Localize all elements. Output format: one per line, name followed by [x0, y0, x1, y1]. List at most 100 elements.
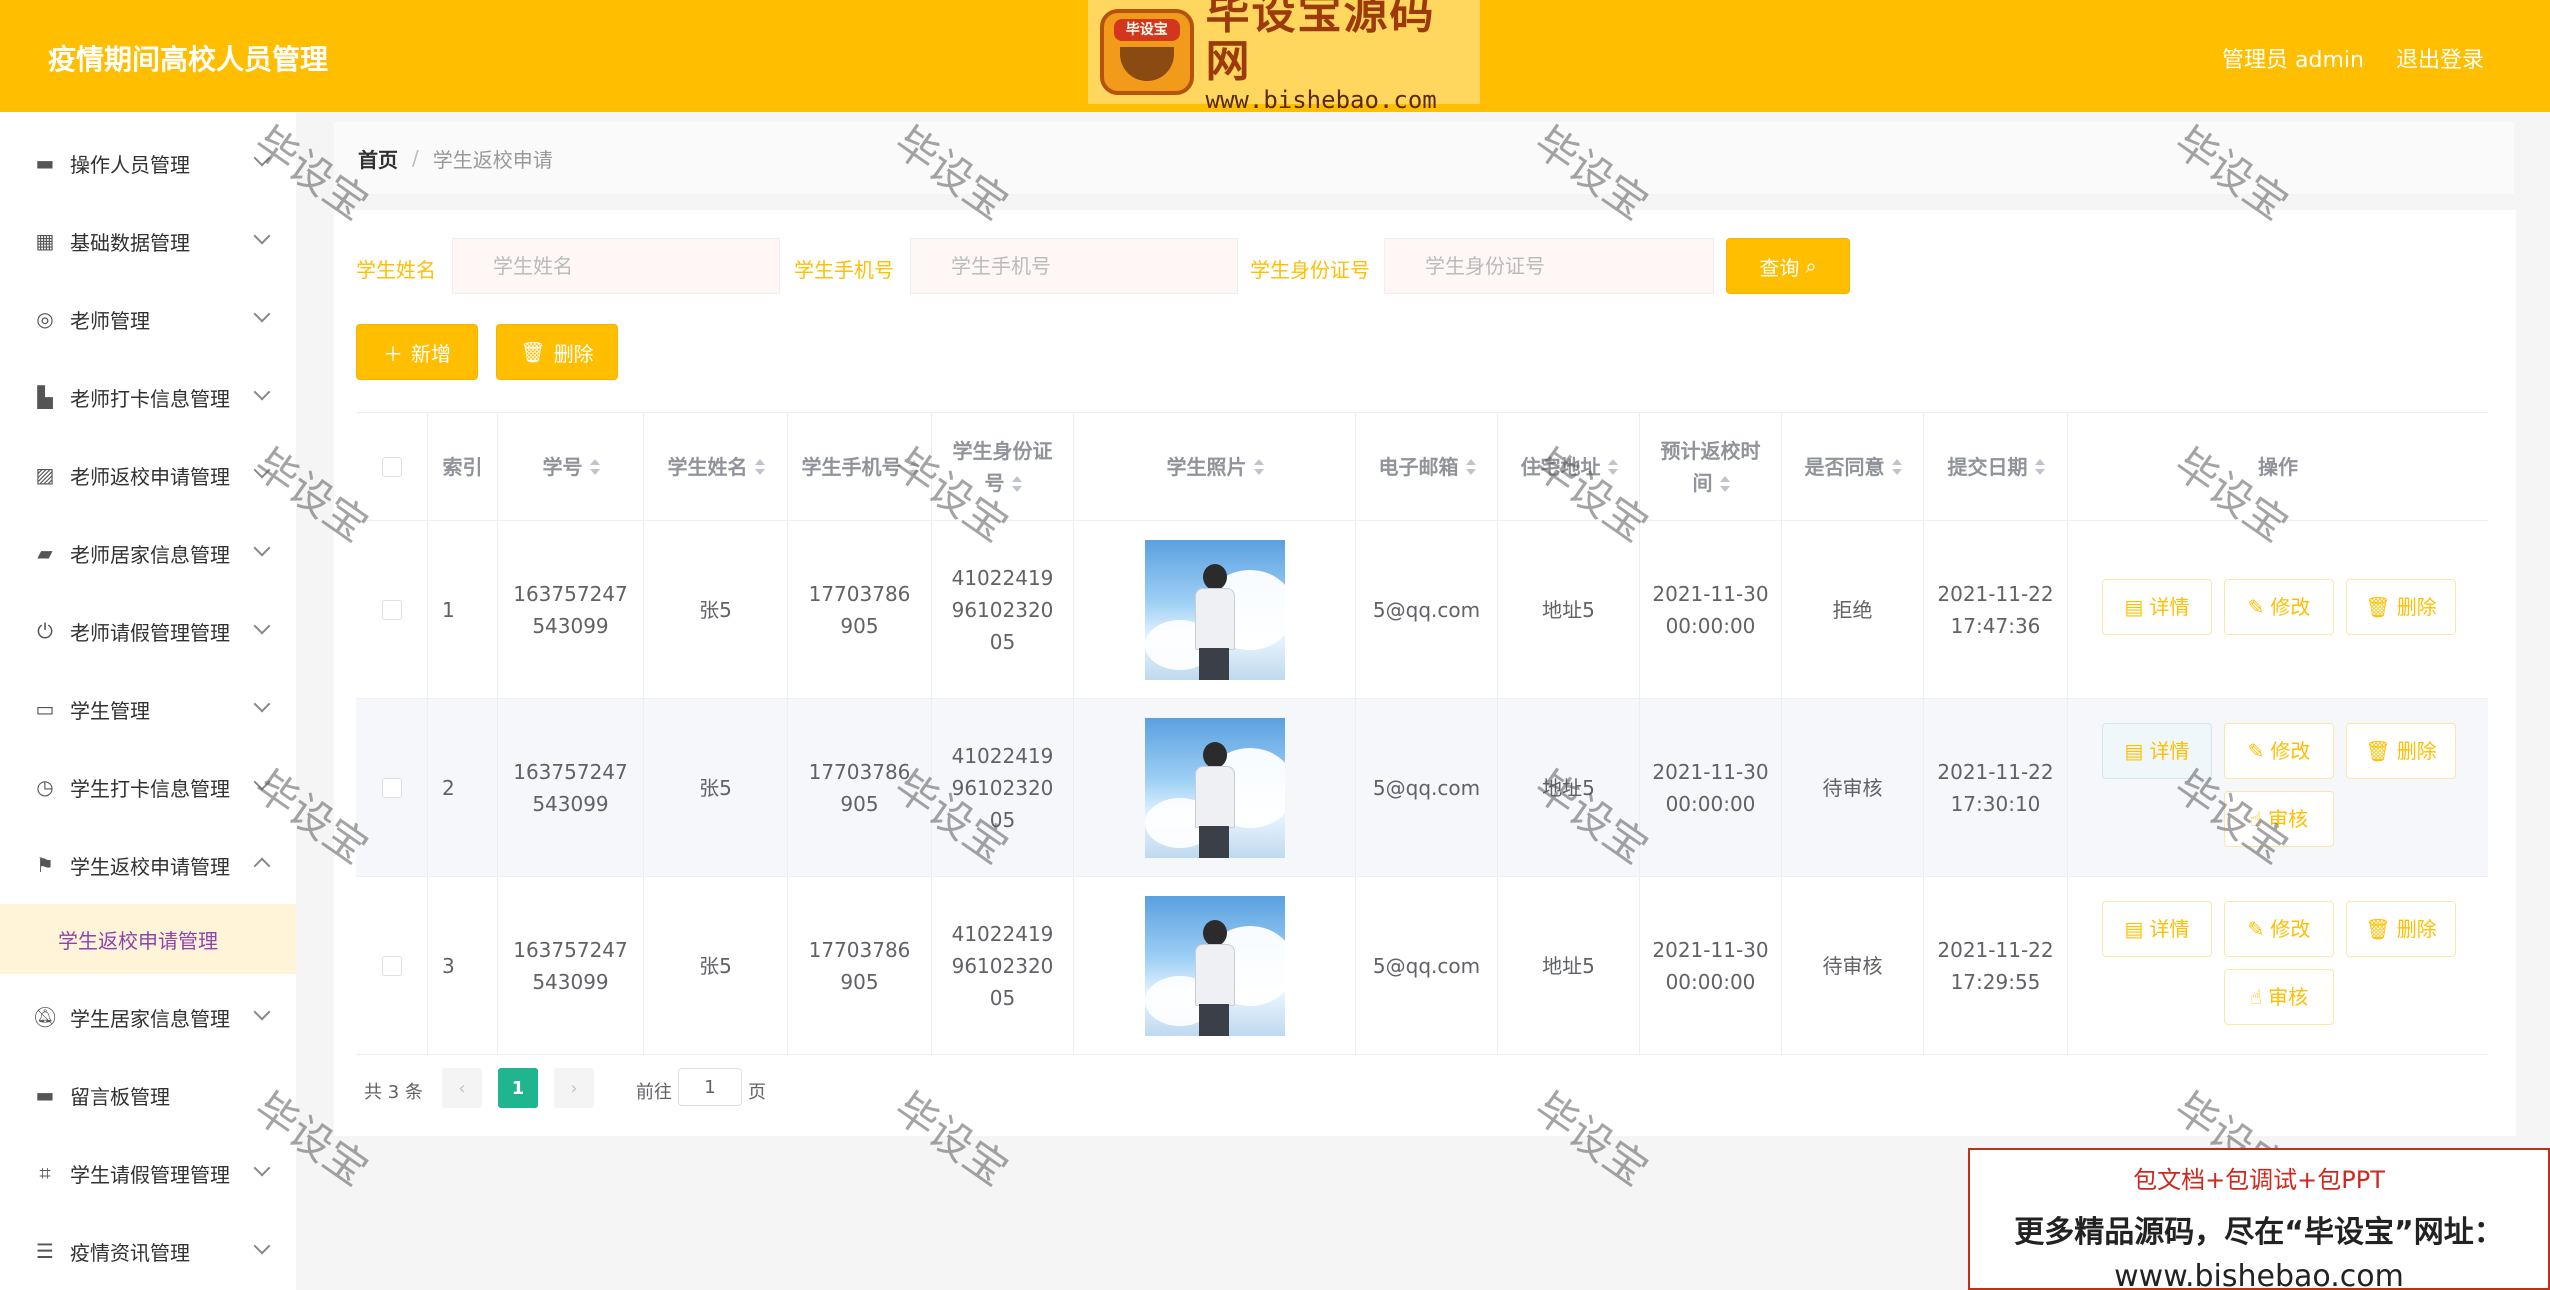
header-submit-date-label: 提交日期 [1947, 454, 2028, 479]
student-photo[interactable] [1144, 717, 1285, 858]
sidebar-item-student-leave[interactable]: ⌗ 学生请假管理管理 [0, 1134, 296, 1212]
sidebar-item-students[interactable]: ▭ 学生管理 [0, 670, 296, 748]
edit-button[interactable]: ✎ 修改 [2224, 901, 2334, 957]
delete-button[interactable]: 🗑︎ 删除 [2346, 723, 2456, 779]
chart-icon: ▨ [35, 463, 55, 487]
sort-icon[interactable] [1891, 458, 1902, 475]
next-page-button[interactable]: › [554, 1068, 594, 1108]
audit-button[interactable]: ☝ 审核 [2224, 969, 2334, 1025]
header-idcard[interactable]: 学生身份证号 [932, 413, 1074, 520]
phone-search-input[interactable] [910, 238, 1238, 294]
delete-button[interactable]: 🗑︎ 删除 [2346, 579, 2456, 635]
header-agree[interactable]: 是否同意 [1782, 413, 1924, 520]
row-checkbox[interactable] [381, 955, 402, 976]
cell-return-time: 2021-11-30 00:00:00 [1640, 521, 1782, 698]
sidebar-item-teacher-leave[interactable]: ⏻ 老师请假管理管理 [0, 592, 296, 670]
header-email[interactable]: 电子邮箱 [1356, 413, 1498, 520]
sidebar-item-epidemic-news[interactable]: ☰ 疫情资讯管理 [0, 1212, 296, 1290]
idcard-label: 学生身份证号 [1250, 258, 1370, 282]
table-header-row: 索引 学号 学生姓名 学生手机号 学生身份证号 学生照片 电子邮箱 住宅地址 预… [356, 413, 2488, 521]
admin-label: 管理员 admin [2222, 48, 2364, 73]
cell-phone: 17703786905 [788, 699, 932, 876]
cell-agree: 待审核 [1782, 877, 1924, 1054]
prev-page-button[interactable]: ‹ [442, 1068, 482, 1108]
cell-name: 张5 [644, 877, 788, 1054]
cell-idcard: 410224199610232005 [932, 877, 1074, 1054]
batch-delete-button[interactable]: 🗑︎ 删除 [496, 324, 618, 380]
header-student-no-label: 学号 [542, 454, 583, 479]
sort-icon[interactable] [1465, 458, 1476, 475]
add-button[interactable]: ＋ 新增 [356, 324, 478, 380]
row-checkbox[interactable] [381, 777, 402, 798]
table-row: 2 163757247543099 张5 17703786905 4102241… [356, 699, 2488, 877]
sidebar-item-teacher-home[interactable]: ▰ 老师居家信息管理 [0, 514, 296, 592]
select-all-checkbox[interactable] [381, 456, 402, 477]
chevron-up-icon [253, 857, 271, 875]
detail-button[interactable]: ▤ 详情 [2102, 901, 2212, 957]
breadcrumb-home[interactable]: 首页 [358, 144, 398, 173]
sidebar-item-teachers[interactable]: ◎ 老师管理 [0, 280, 296, 358]
sidebar-item-basic-data[interactable]: ▦ 基础数据管理 [0, 202, 296, 280]
query-button[interactable]: 查询 ⌕ [1726, 238, 1850, 294]
printer-icon: ▬ [35, 1083, 55, 1107]
sort-icon[interactable] [908, 460, 919, 476]
sidebar-item-label: 学生请假管理管理 [70, 1162, 230, 1187]
edit-button[interactable]: ✎ 修改 [2224, 579, 2334, 635]
chevron-down-icon [253, 305, 271, 323]
header-index: 索引 [428, 413, 498, 520]
page-number-button[interactable]: 1 [498, 1068, 538, 1108]
cell-index: 1 [428, 521, 498, 698]
submit-date-text: 2021-11-22 17:47:36 [1937, 581, 2054, 638]
cell-student-no: 163757247543099 [498, 877, 644, 1054]
sidebar-item-student-checkin[interactable]: ◷ 学生打卡信息管理 [0, 748, 296, 826]
header-student-no[interactable]: 学号 [498, 413, 644, 520]
chevron-down-icon [253, 1159, 271, 1177]
sidebar-item-teacher-checkin[interactable]: ▙ 老师打卡信息管理 [0, 358, 296, 436]
detail-label: 详情 [2149, 595, 2190, 619]
row-checkbox[interactable] [381, 599, 402, 620]
promo-url[interactable]: www.bishebao.com [1970, 1259, 2548, 1290]
sidebar-item-student-home[interactable]: 🔕︎ 学生居家信息管理 [0, 978, 296, 1056]
student-photo[interactable] [1144, 539, 1285, 680]
delete-button[interactable]: 🗑︎ 删除 [2346, 901, 2456, 957]
sidebar-item-student-return[interactable]: ⚑ 学生返校申请管理 [0, 826, 296, 904]
promo-line2: 更多精品源码，尽在“毕设宝”网址： [2014, 1215, 2504, 1250]
name-search-input[interactable] [452, 238, 780, 294]
detail-button[interactable]: ▤ 详情 [2102, 579, 2212, 635]
main-card: 学生姓名 学生手机号 学生身份证号 查询⌕ ＋新增 🗑︎删除 索引 学号 学生姓… [334, 210, 2516, 1136]
header-photo[interactable]: 学生照片 [1074, 413, 1356, 520]
sort-icon[interactable] [1253, 458, 1264, 475]
header-phone[interactable]: 学生手机号 [788, 413, 932, 520]
sidebar-subitem-student-return[interactable]: 学生返校申请管理 [0, 904, 296, 974]
edit-icon: ✎ [2247, 739, 2265, 763]
cell-email: 5@qq.com [1356, 877, 1498, 1054]
sort-icon[interactable] [1011, 476, 1022, 492]
header-name[interactable]: 学生姓名 [644, 413, 788, 520]
sort-icon[interactable] [2034, 458, 2045, 475]
header-address[interactable]: 住宅地址 [1498, 413, 1640, 520]
idcard-search-input[interactable] [1384, 238, 1714, 294]
sort-icon[interactable] [589, 458, 600, 475]
menu-icon: ☰ [36, 1239, 54, 1263]
sort-icon[interactable] [754, 458, 765, 475]
chevron-left-icon: ‹ [458, 1077, 466, 1099]
header-return-time[interactable]: 预计返校时间 [1640, 413, 1782, 520]
cell-return-time: 2021-11-30 00:00:00 [1640, 699, 1782, 876]
chevron-down-icon [253, 461, 271, 479]
detail-button[interactable]: ▤ 详情 [2102, 723, 2212, 779]
edit-button[interactable]: ✎ 修改 [2224, 723, 2334, 779]
return-time-text: 2021-11-30 00:00:00 [1652, 937, 1769, 994]
student-photo[interactable] [1144, 895, 1285, 1036]
sidebar-item-label: 学生居家信息管理 [70, 1006, 230, 1031]
sort-icon[interactable] [1719, 476, 1730, 492]
sidebar-item-operators[interactable]: ▬ 操作人员管理 [0, 124, 296, 202]
sidebar-item-teacher-return[interactable]: ▨ 老师返校申请管理 [0, 436, 296, 514]
sort-icon[interactable] [1607, 458, 1618, 475]
goto-page-input[interactable] [678, 1068, 742, 1106]
sidebar-item-message-board[interactable]: ▬ 留言板管理 [0, 1056, 296, 1134]
cell-return-time: 2021-11-30 00:00:00 [1640, 877, 1782, 1054]
audit-button[interactable]: ☝ 审核 [2224, 791, 2334, 847]
document-icon: ▤ [2124, 595, 2144, 619]
logout-link[interactable]: 退出登录 [2396, 42, 2484, 74]
header-submit-date[interactable]: 提交日期 [1924, 413, 2068, 520]
